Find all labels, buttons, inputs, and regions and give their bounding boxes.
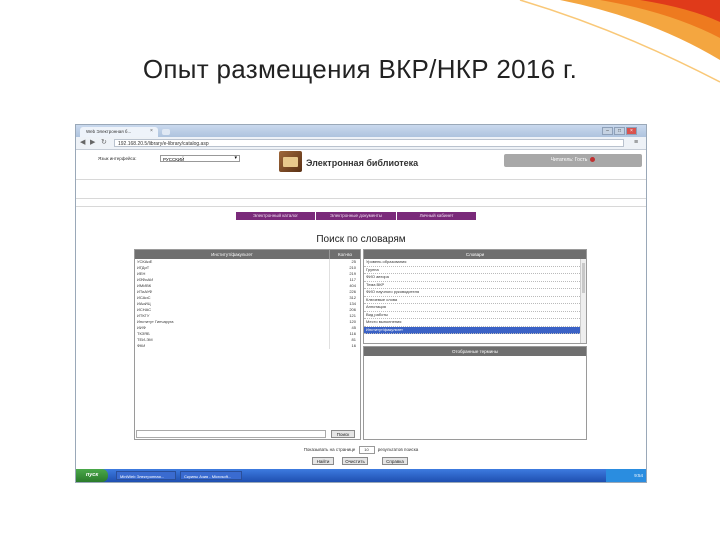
back-icon[interactable]: ◀ [80, 139, 85, 147]
close-window-button[interactable]: × [626, 127, 637, 135]
start-button[interactable]: пуск [76, 469, 108, 482]
flag-icon [590, 157, 596, 163]
menu-item-catalog[interactable]: Электронный каталог [236, 212, 316, 220]
dictionary-item[interactable]: Группа [364, 267, 582, 274]
dictionary-item[interactable]: ФИО автора [364, 274, 582, 282]
page-content: Язык интерфейса: РУССКИЙ Электронная биб… [76, 150, 646, 469]
language-select[interactable]: РУССКИЙ [160, 155, 240, 162]
divider [76, 198, 646, 199]
browser-screenshot: Web Электронная б... × – □ × ◀ ▶ ↻ 192.1… [75, 124, 647, 483]
library-title: Электронная библиотека [306, 158, 419, 168]
institute-count: 16 [329, 343, 360, 349]
per-page-select[interactable]: 10 [358, 446, 375, 454]
find-button[interactable]: Найти [312, 457, 334, 465]
divider [76, 179, 646, 180]
new-tab-button[interactable] [162, 129, 170, 135]
dictionary-item[interactable]: Вид работы [364, 312, 582, 319]
institutes-header: Институт/факультет Кол-во [135, 250, 360, 259]
reload-icon[interactable]: ↻ [101, 139, 107, 147]
windows-taskbar: пуск MiniWeb Электронная... Скрины Азия … [76, 469, 646, 482]
clear-button[interactable]: Очистить [342, 457, 368, 465]
dictionary-item[interactable]: Аннотация [364, 304, 582, 312]
dictionaries-list: Уровень образования Группа ФИО автора Тема … [364, 259, 582, 334]
language-label: Язык интерфейса: [98, 156, 137, 161]
institute-search-input[interactable] [136, 430, 326, 438]
library-logo [279, 151, 302, 172]
address-bar: ◀ ▶ ↻ 192.168.20.5/library/e-library/cat… [76, 137, 646, 150]
main-menu: Электронный каталог Электронные документ… [236, 212, 477, 220]
browser-tab[interactable]: Web Электронная б... [80, 127, 158, 137]
url-input[interactable]: 192.168.20.5/library/e-library/catalog.a… [114, 139, 624, 147]
reader-login-button[interactable]: Читатель: Гость [504, 154, 642, 167]
dictionaries-header: Словари [364, 250, 586, 259]
taskbar-item[interactable]: Скрины Азия - Microsoft... [180, 471, 242, 480]
institutes-panel: Институт/факультет Кол-во УСКАиЕ 25 ИГДиТ 2… [134, 249, 361, 440]
dictionary-item[interactable]: Тема ВКР [364, 282, 582, 289]
institutes-list: УСКАиЕ 25 ИГДиТ 210 ИЕН 219 ИЗФиАИ 117 ИМИВК 404 И… [135, 259, 360, 349]
maximize-button[interactable]: □ [614, 127, 625, 135]
taskbar-item[interactable]: MiniWeb Электронная... [116, 471, 176, 480]
slide-title: Опыт размещения ВКР/НКР 2016 г. [142, 54, 578, 84]
search-title: Поиск по словарям [316, 234, 406, 245]
institute-row[interactable]: ФКИ 16 [135, 343, 360, 349]
dictionary-item[interactable]: Уровень образования [364, 259, 582, 267]
system-tray-clock: 9:54 [606, 469, 646, 482]
search-button[interactable]: Поиск [331, 430, 355, 438]
per-page-suffix: результатов поиска [377, 447, 419, 453]
reader-label: Читатель: Гость [550, 157, 588, 163]
dictionary-item[interactable]: Институт/факультет [364, 326, 582, 334]
selected-terms-header: Отобранные термины [364, 347, 586, 356]
institutes-col-count: Кол-во [329, 250, 360, 259]
forward-icon[interactable]: ▶ [90, 139, 95, 147]
selected-terms-panel: Отобранные термины [363, 346, 587, 440]
tab-close-icon[interactable]: × [150, 128, 153, 134]
settings-wrench-icon[interactable]: ≡ [634, 139, 638, 146]
dictionary-item[interactable]: Ключевые слова [364, 297, 582, 304]
dictionaries-scrollbar[interactable] [580, 259, 586, 343]
institutes-col-name: Институт/факультет [211, 252, 253, 257]
dictionary-item[interactable]: ФИО научного руководителя [364, 289, 582, 297]
dictionary-item[interactable]: Место выполнения [364, 319, 582, 327]
divider [76, 206, 646, 207]
per-page-prefix: Показывать на странице [303, 447, 356, 453]
help-button[interactable]: Справка [382, 457, 408, 465]
institute-name: ФКИ [137, 343, 146, 348]
minimize-button[interactable]: – [602, 127, 613, 135]
dictionaries-panel: Словари Уровень образования Группа ФИО авт… [363, 249, 587, 344]
browser-tab-bar: Web Электронная б... × – □ × [76, 125, 646, 137]
per-page-row: Показывать на странице 10 результатов по… [76, 446, 646, 454]
menu-item-cabinet[interactable]: Личный кабинет [397, 212, 477, 220]
menu-item-documents[interactable]: Электронные документы [316, 212, 397, 220]
